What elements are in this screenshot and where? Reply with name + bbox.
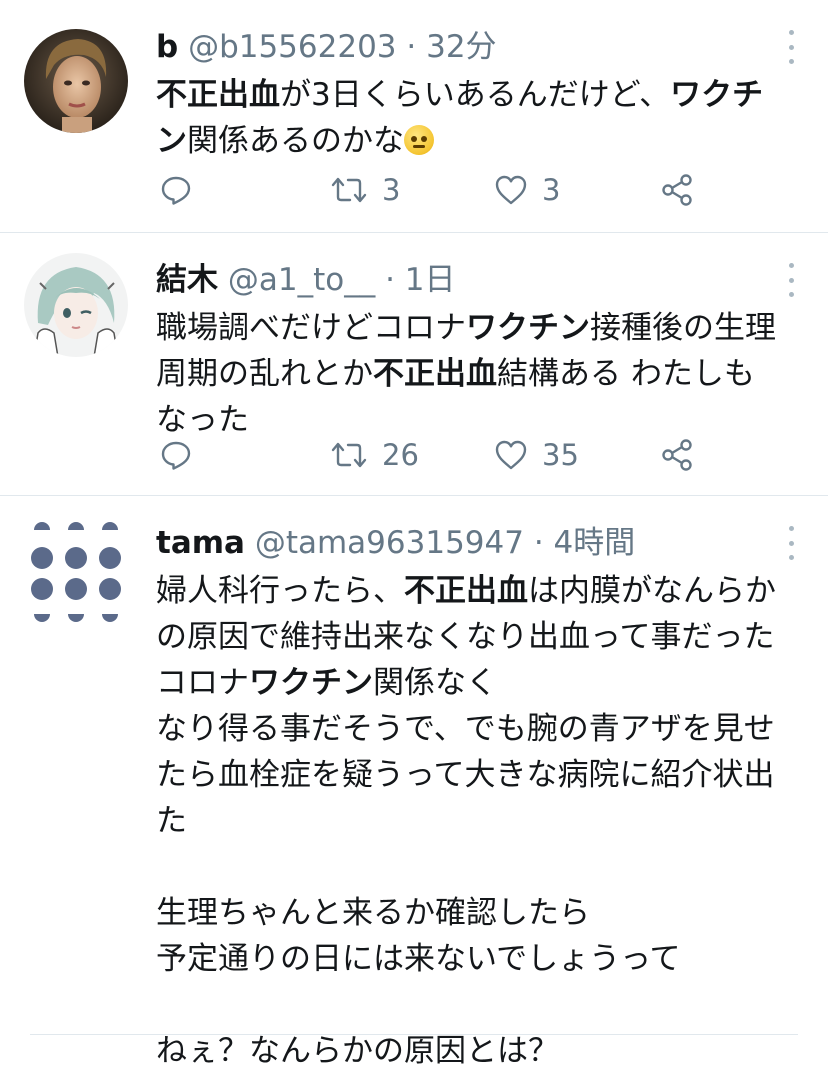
like-icon [495,440,527,470]
tweet-text-run: た [156,803,187,839]
user-handle[interactable]: @b15562203 [188,29,396,65]
tweet-2[interactable]: 結木 @a1_to__ · 1日 職場調べだけどコロナワクチン接種後の生理 周期… [0,233,828,495]
tweet-text-run: なり得る事だそうで、でも腕の青アザを見せ [156,711,775,747]
tweet-line: の原因で維持出来なくなり出血って事だった [156,614,806,660]
retweet-icon [331,177,367,203]
timestamp[interactable]: 4時間 [554,525,636,561]
avatar[interactable] [24,253,128,357]
tweet-text-run: 結構ある わたしも [497,356,755,392]
separator: · [385,262,395,298]
avatar-photo [24,29,128,133]
share-icon [662,174,692,206]
tweet-feed: b @b15562203 · 32分 不正出血が3日くらいあるんだけど、ワクチ … [0,0,828,1069]
like-count: 35 [542,438,579,472]
display-name[interactable]: tama [156,525,245,561]
eye-roll-emoji-icon [404,125,434,155]
more-icon[interactable] [780,526,802,560]
tweet-text-run: 婦人科行ったら、 [156,573,404,609]
tweet-line: 生理ちゃんと来るか確認したら [156,890,806,936]
like-icon [495,175,527,205]
tweet-text: 婦人科行ったら、不正出血は内膜がなんらか の原因で維持出来なくなり出血って事だっ… [156,568,806,1074]
tweet-text-run: なった [156,402,249,438]
tweet-text-run: たら血栓症を疑うって大きな病院に紹介状出 [156,757,775,793]
reply-button[interactable] [160,435,192,475]
tweet-text-run: ねぇ？なんらかの原因とは？ [156,1033,559,1069]
separator: · [533,525,544,561]
tweet-text-run: は内膜がなんらか [528,573,776,609]
tweet-text-run: 接種後の生理 [590,310,776,346]
tweet-actions: 3 3 [156,170,716,210]
tweet-text-run: 生理ちゃんと来るか確認したら [156,895,590,931]
tweet-line: 婦人科行ったら、不正出血は内膜がなんらか [156,568,806,614]
tweet-text-highlight: ワクチ [670,77,764,113]
tweet-header: 結木 @a1_to__ · 1日 [156,257,768,303]
tweet-line: 周期の乱れとか不正出血結構ある わたしも [156,351,806,397]
tweet-header: tama @tama96315947 · 4時間 [156,520,768,566]
tweet-text-run: コロナ [156,665,249,701]
tweet-text-run: 予定通りの日には来ないでしょうって [156,941,681,977]
user-handle[interactable]: @a1_to__ [228,262,375,298]
more-icon[interactable] [780,263,802,297]
display-name[interactable]: 結木 [156,262,218,298]
tweet-text-run: 職場調べだけどコロナ [156,310,466,346]
tweet-actions: 26 35 [156,435,716,475]
tweet-text-run: が3日くらいあるんだけど、 [280,77,671,113]
retweet-count: 26 [382,438,419,472]
divider [30,1034,798,1035]
reply-button[interactable] [160,170,192,210]
timestamp[interactable]: 32分 [426,29,496,65]
tweet-line: たら血栓症を疑うって大きな病院に紹介状出 [156,752,806,798]
retweet-count: 3 [382,173,401,207]
tweet-text: 職場調べだけどコロナワクチン接種後の生理 周期の乱れとか不正出血結構ある わたし… [156,305,806,443]
share-button[interactable] [660,170,694,210]
reply-icon [161,176,191,205]
tweet-text-highlight: ン [156,123,187,159]
tweet-line: コロナワクチン関係なく [156,660,806,706]
tweet-3[interactable]: tama @tama96315947 · 4時間 婦人科行ったら、不正出血は内膜… [0,496,828,1069]
avatar[interactable] [24,29,128,133]
tweet-text-run: 関係あるのかな [187,123,404,159]
timestamp[interactable]: 1日 [405,262,456,298]
tweet-text-run: 関係なく [373,665,497,701]
tweet-text-highlight: 不正出血 [373,356,497,392]
more-icon[interactable] [780,30,802,64]
reply-icon [161,441,191,470]
retweet-button[interactable]: 3 [330,170,400,210]
separator: · [406,29,417,65]
avatar-dots-pattern [24,518,128,622]
tweet-1[interactable]: b @b15562203 · 32分 不正出血が3日くらいあるんだけど、ワクチ … [0,0,828,232]
retweet-button[interactable]: 26 [330,435,419,475]
avatar[interactable] [24,518,128,622]
tweet-line: なり得る事だそうで、でも腕の青アザを見せ [156,706,806,752]
tweet-header: b @b15562203 · 32分 [156,24,768,70]
tweet-text: 不正出血が3日くらいあるんだけど、ワクチ ン関係あるのかな [156,72,806,164]
display-name[interactable]: b [156,29,178,65]
tweet-text-run: の原因で維持出来なくなり出血って事だった [156,619,775,655]
tweet-text-run: 周期の乱れとか [156,356,373,392]
like-count: 3 [542,173,561,207]
tweet-line: ン関係あるのかな [156,118,806,164]
tweet-text-highlight: ワクチン [249,665,373,701]
like-button[interactable]: 3 [494,170,560,210]
like-button[interactable]: 35 [494,435,579,475]
share-button[interactable] [660,435,694,475]
tweet-line: た [156,798,806,844]
tweet-text-highlight: ワクチン [466,310,590,346]
user-handle[interactable]: @tama96315947 [255,525,524,561]
avatar-illustration [24,253,128,357]
tweet-text-highlight: 不正出血 [156,77,280,113]
tweet-line: 予定通りの日には来ないでしょうって [156,936,806,982]
tweet-line: 不正出血が3日くらいあるんだけど、ワクチ [156,72,806,118]
tweet-line: 職場調べだけどコロナワクチン接種後の生理 [156,305,806,351]
retweet-icon [331,442,367,468]
tweet-text-highlight: 不正出血 [404,573,528,609]
share-icon [662,439,692,471]
